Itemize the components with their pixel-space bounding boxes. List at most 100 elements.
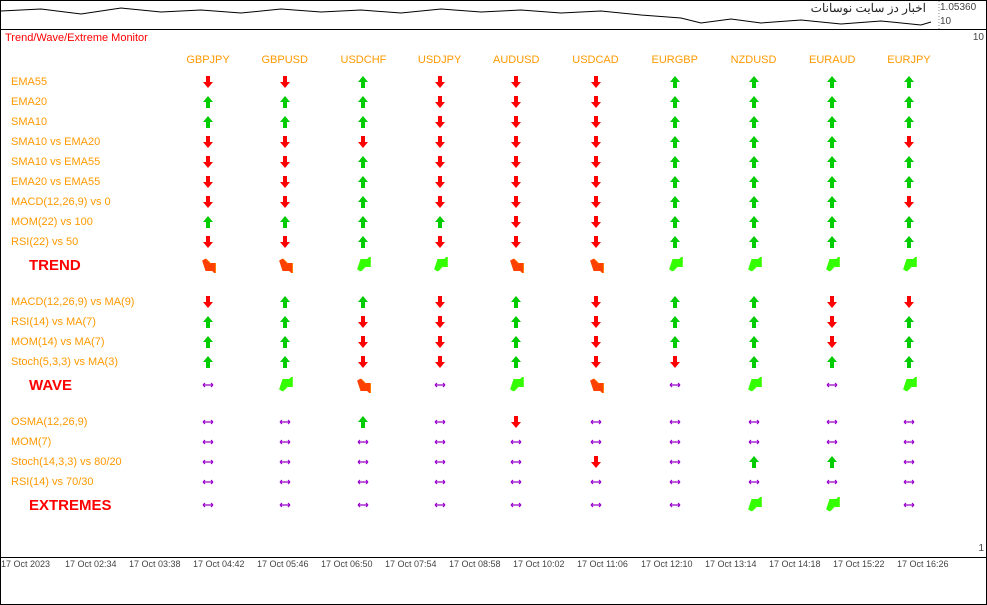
indicator-cell — [872, 232, 946, 252]
indicator-cell — [403, 192, 477, 212]
indicator-cell — [872, 132, 946, 152]
indicator-cell — [714, 72, 792, 92]
indicator-cell — [556, 132, 635, 152]
x-tick: 17 Oct 10:02 — [513, 559, 577, 569]
indicator-cell — [872, 412, 946, 432]
indicator-cell — [635, 352, 714, 372]
summary-cell — [793, 252, 872, 278]
indicator-cell — [635, 432, 714, 452]
indicator-cell — [477, 92, 556, 112]
x-tick: 17 Oct 02:34 — [65, 559, 129, 569]
indicator-cell — [477, 312, 556, 332]
x-tick: 17 Oct 07:54 — [385, 559, 449, 569]
top-scale: 10 — [940, 15, 984, 29]
indicator-cell — [714, 472, 792, 492]
indicator-cell — [403, 332, 477, 352]
indicator-cell — [171, 112, 245, 132]
indicator-cell — [403, 292, 477, 312]
indicator-cell — [872, 172, 946, 192]
indicator-cell — [635, 192, 714, 212]
indicator-cell — [793, 452, 872, 472]
indicator-cell — [245, 452, 324, 472]
indicator-cell — [403, 92, 477, 112]
section-label: TREND — [1, 252, 171, 278]
pair-header: GBPUSD — [245, 48, 324, 72]
indicator-cell — [556, 92, 635, 112]
indicator-cell — [171, 172, 245, 192]
summary-cell — [245, 492, 324, 518]
summary-cell — [556, 372, 635, 398]
indicator-cell — [245, 432, 324, 452]
overlay-script-text: اخبار دز سایت نوسانات — [811, 1, 926, 15]
summary-cell — [403, 492, 477, 518]
summary-cell — [872, 252, 946, 278]
indicator-cell — [245, 152, 324, 172]
indicator-cell — [324, 152, 402, 172]
indicator-cell — [324, 432, 402, 452]
indicator-cell — [477, 112, 556, 132]
indicator-cell — [872, 472, 946, 492]
indicator-cell — [556, 292, 635, 312]
indicator-cell — [714, 92, 792, 112]
indicator-cell — [714, 112, 792, 132]
indicator-cell — [556, 212, 635, 232]
indicator-cell — [477, 192, 556, 212]
pair-header: AUDUSD — [477, 48, 556, 72]
indicator-cell — [403, 172, 477, 192]
indicator-cell — [477, 212, 556, 232]
indicator-cell — [245, 412, 324, 432]
indicator-cell — [477, 292, 556, 312]
indicator-cell — [403, 212, 477, 232]
indicator-label: EMA20 vs EMA55 — [1, 172, 171, 192]
indicator-cell — [793, 352, 872, 372]
indicator-label: MACD(12,26,9) vs MA(9) — [1, 292, 171, 312]
indicator-cell — [477, 232, 556, 252]
indicator-cell — [714, 412, 792, 432]
section-label: WAVE — [1, 372, 171, 398]
indicator-cell — [872, 312, 946, 332]
indicator-cell — [635, 332, 714, 352]
indicator-cell — [324, 412, 402, 432]
indicator-cell — [793, 472, 872, 492]
indicator-cell — [245, 292, 324, 312]
indicator-cell — [556, 332, 635, 352]
indicator-cell — [324, 292, 402, 312]
indicator-cell — [793, 232, 872, 252]
indicator-cell — [403, 452, 477, 472]
indicator-cell — [245, 212, 324, 232]
indicator-label: RSI(22) vs 50 — [1, 232, 171, 252]
indicator-cell — [245, 312, 324, 332]
indicator-cell — [171, 232, 245, 252]
summary-cell — [245, 252, 324, 278]
indicator-cell — [635, 132, 714, 152]
pair-header: USDJPY — [403, 48, 477, 72]
indicator-cell — [793, 212, 872, 232]
indicator-cell — [793, 332, 872, 352]
summary-cell — [872, 372, 946, 398]
summary-cell — [714, 252, 792, 278]
monitor-panel: Trend/Wave/Extreme Monitor 10 1 GBPJPYGB… — [1, 30, 986, 576]
indicator-cell — [635, 212, 714, 232]
indicator-cell — [324, 452, 402, 472]
indicator-cell — [714, 452, 792, 472]
indicator-cell — [324, 172, 402, 192]
indicator-cell — [872, 112, 946, 132]
indicator-cell — [403, 352, 477, 372]
indicator-cell — [714, 212, 792, 232]
summary-cell — [403, 252, 477, 278]
indicator-cell — [714, 332, 792, 352]
indicator-label: RSI(14) vs 70/30 — [1, 472, 171, 492]
summary-cell — [872, 492, 946, 518]
summary-cell — [245, 372, 324, 398]
indicator-cell — [872, 92, 946, 112]
indicator-cell — [635, 232, 714, 252]
indicator-cell — [403, 232, 477, 252]
indicator-cell — [793, 72, 872, 92]
indicator-cell — [245, 332, 324, 352]
indicator-cell — [635, 172, 714, 192]
indicator-cell — [714, 232, 792, 252]
pair-header: EURJPY — [872, 48, 946, 72]
summary-cell — [171, 372, 245, 398]
indicator-label: SMA10 vs EMA20 — [1, 132, 171, 152]
pair-header: USDCAD — [556, 48, 635, 72]
